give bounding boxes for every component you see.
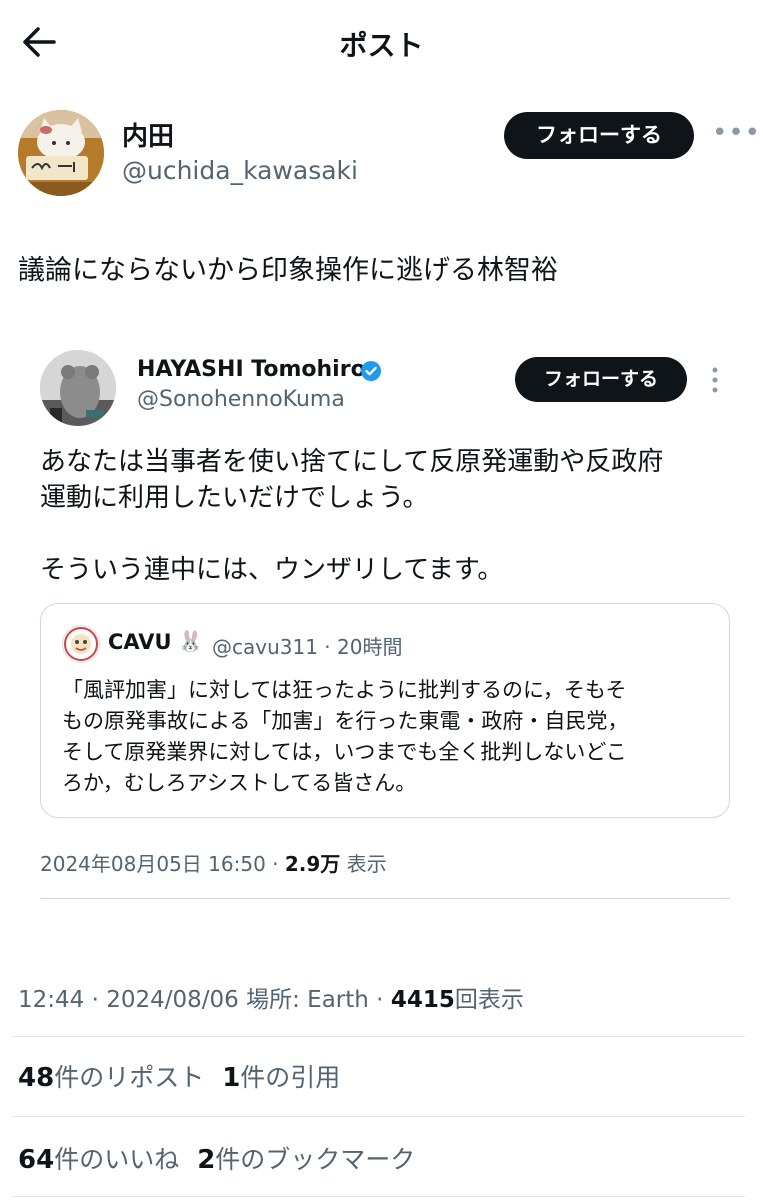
- embedded-stats-cutoff: [40, 926, 730, 934]
- embedded-author-avatar[interactable]: [40, 350, 116, 426]
- divider: [12, 1196, 745, 1197]
- verified-badge-icon: [361, 361, 381, 381]
- likes-link[interactable]: 64件のいいね: [18, 1145, 180, 1175]
- author-avatar[interactable]: [18, 110, 104, 196]
- embedded-follow-button[interactable]: フォローする: [515, 357, 687, 402]
- post-text: 議論にならないから印象操作に逃げる林智裕: [18, 255, 558, 286]
- post-date: 2024/08/06: [106, 987, 239, 1013]
- quoted-text-line: ろか，むしろアシストしてる皆さん。: [62, 771, 417, 795]
- embedded-author-handle[interactable]: @SonohennoKuma: [137, 387, 345, 412]
- post-timestamp-line[interactable]: 12:44 · 2024/08/06 場所: Earth · 4415回表示: [18, 980, 524, 1014]
- embedded-view-count: 2.9万: [284, 852, 341, 876]
- like-label: 件のいいね: [54, 1145, 180, 1174]
- like-bookmark-stats: 64件のいいね 2件のブックマーク: [18, 1140, 415, 1176]
- quoted-text-line: 「風評加害」に対しては狂ったように批判するのに，そもそ: [62, 678, 627, 702]
- embedded-post-datetime[interactable]: 2024年08月05日 16:50 · 2.9万 表示: [40, 848, 387, 877]
- quoted-post-text: 「風評加害」に対しては狂ったように批判するのに，そもそ もの原発事故による「加害…: [62, 675, 718, 799]
- repost-count: 48: [18, 1063, 55, 1093]
- author-handle[interactable]: @uchida_kawasaki: [122, 156, 358, 185]
- post-location: 場所: Earth: [246, 987, 369, 1013]
- embedded-date-text: 2024年08月05日 16:50 ·: [40, 852, 285, 876]
- divider: [12, 1116, 745, 1117]
- more-options-icon[interactable]: •••: [712, 118, 761, 148]
- embedded-author-name[interactable]: HAYASHI Tomohiro: [137, 357, 366, 382]
- bookmarks-link[interactable]: 2件のブックマーク: [197, 1145, 416, 1175]
- divider: [40, 898, 730, 899]
- divider: [12, 1036, 745, 1037]
- page-title: ポスト: [339, 29, 424, 62]
- quote-label: 件の引用: [240, 1063, 341, 1092]
- quote-count: 1: [222, 1063, 241, 1093]
- quoted-text-line: もの原発事故による「加害」を行った東電・政府・自民党，: [62, 709, 629, 733]
- rabbit-emoji-icon: 🐰: [178, 629, 203, 653]
- cavu-logo-image: [64, 627, 98, 661]
- embedded-post-text: あなたは当事者を使い捨てにして反原発運動や反政府 運動に利用したいだけでしょう。…: [40, 444, 740, 588]
- follow-button[interactable]: フォローする: [504, 112, 694, 159]
- cat-figurine-image: [18, 110, 104, 196]
- quotes-link[interactable]: 1件の引用: [222, 1063, 341, 1093]
- author-name[interactable]: 内田: [122, 116, 174, 153]
- quoted-handle-time: @cavu311 · 20時間: [212, 635, 403, 659]
- embedded-text-line: 運動に利用したいだけでしょう。: [40, 483, 429, 513]
- embedded-text-line: あなたは当事者を使い捨てにして反原発運動や反政府: [40, 447, 664, 477]
- like-count: 64: [18, 1145, 55, 1175]
- quoted-author-name: CAVU: [108, 630, 172, 654]
- quoted-author-avatar[interactable]: [62, 625, 100, 663]
- bookmark-count: 2: [197, 1145, 216, 1175]
- repost-label: 件のリポスト: [54, 1063, 205, 1092]
- bookmark-label: 件のブックマーク: [215, 1145, 416, 1174]
- embedded-views-label: 表示: [340, 852, 387, 876]
- quoted-text-line: そして原発業界に対しては，いつまでも全く批判しないどこ: [62, 740, 627, 764]
- post-time: 12:44: [18, 987, 85, 1013]
- post-views-label: 回表示: [454, 987, 524, 1013]
- vertical-more-icon[interactable]: [708, 365, 722, 395]
- post-view-count: 4415: [390, 987, 455, 1013]
- embedded-text-line: そういう連中には、ウンザリしてます。: [40, 555, 504, 585]
- repost-quote-stats: 48件のリポスト 1件の引用: [18, 1058, 340, 1094]
- plush-bear-image: [40, 350, 116, 426]
- reposts-link[interactable]: 48件のリポスト: [18, 1063, 205, 1093]
